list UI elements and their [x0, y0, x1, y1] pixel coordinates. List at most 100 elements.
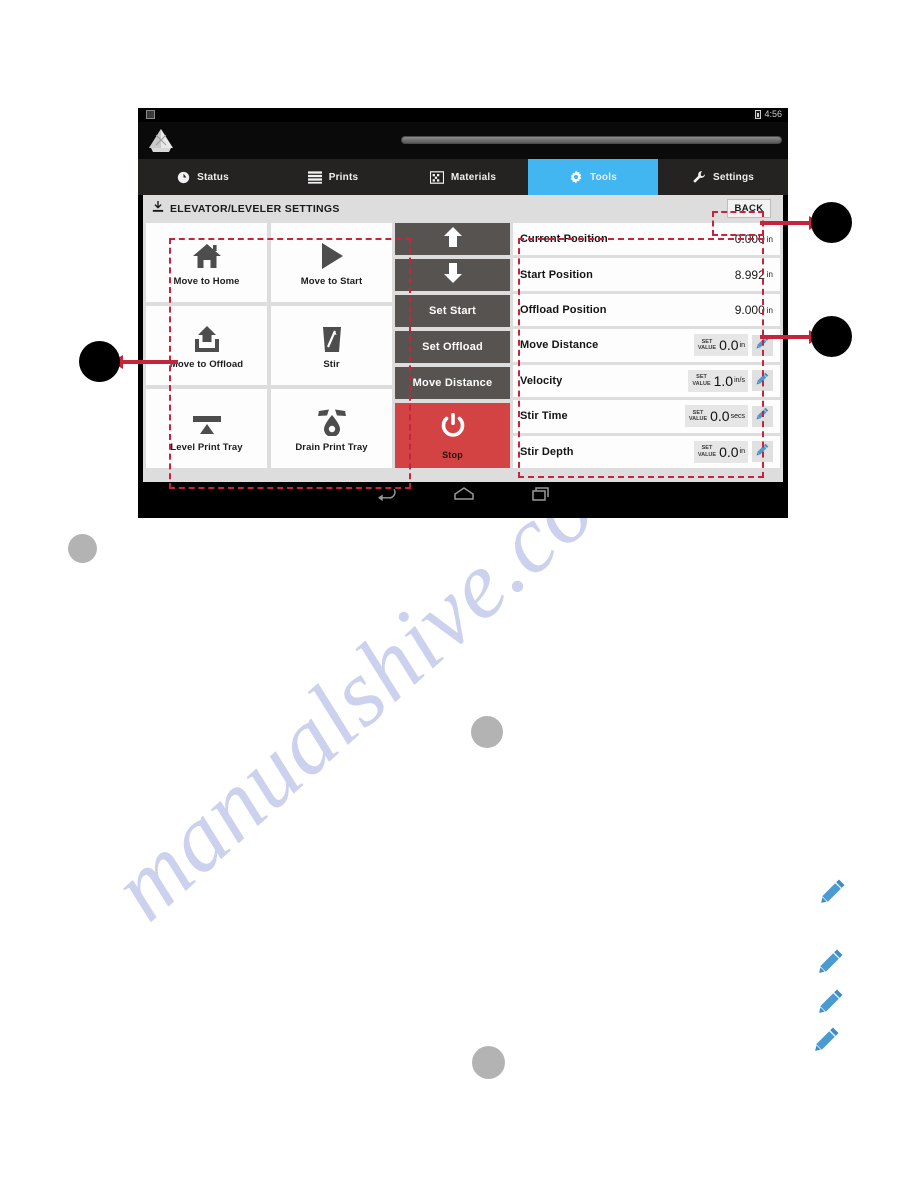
- tab-settings[interactable]: Settings: [658, 159, 788, 195]
- edit-velocity-button[interactable]: [752, 370, 773, 392]
- set-start-button[interactable]: Set Start: [395, 294, 510, 327]
- table-row: Current Position 0.000 in: [513, 223, 780, 256]
- material-icon: [429, 170, 444, 184]
- floating-pencil-icon-1: [820, 878, 846, 909]
- stir-cup-icon: [319, 321, 345, 353]
- tablet-device: 4:56 Status Prints Materials Tools Setti…: [138, 108, 788, 518]
- drain-print-tray-button[interactable]: Drain Print Tray: [271, 389, 392, 468]
- back-button[interactable]: BACK: [727, 199, 771, 218]
- set-value-number: 1.0: [713, 372, 734, 389]
- table-row: Velocity SET VALUE 1.0 in/s: [513, 364, 780, 398]
- tab-materials[interactable]: Materials: [398, 159, 528, 195]
- android-nav-bar: [138, 482, 788, 511]
- table-row: Stir Depth SET VALUE 0.0 in: [513, 435, 780, 468]
- page-header: ELEVATOR/LEVELER SETTINGS BACK: [143, 195, 783, 223]
- table-row: Stir Time SET VALUE 0.0 secs: [513, 400, 780, 433]
- floating-pencil-icon-4: [814, 1026, 840, 1057]
- callout-arrow-back: [760, 216, 821, 230]
- page-body: ELEVATOR/LEVELER SETTINGS BACK Move to H…: [143, 195, 783, 482]
- level-print-tray-label: Level Print Tray: [170, 442, 243, 453]
- set-value-unit: secs: [730, 412, 745, 420]
- stir-depth-set-value[interactable]: SET VALUE 0.0 in: [693, 440, 748, 463]
- row-value: 9.000: [734, 303, 765, 318]
- table-row: Move Distance SET VALUE 0.0 in: [513, 329, 780, 362]
- gray-dot-1: [68, 534, 97, 563]
- set-tag-line2: VALUE: [697, 451, 717, 458]
- printer-logo-icon: [142, 124, 180, 158]
- row-unit: in: [766, 234, 773, 244]
- top-progress-bar[interactable]: [401, 136, 782, 144]
- level-tray-icon: [191, 404, 223, 436]
- row-value: 0.000: [734, 232, 765, 247]
- back-nav-icon[interactable]: [377, 487, 396, 506]
- velocity-set-value[interactable]: SET VALUE 1.0 in/s: [688, 369, 748, 392]
- set-value-number: 0.0: [719, 337, 739, 354]
- row-label: Stir Time: [520, 410, 568, 423]
- set-value-tag: SET VALUE: [692, 374, 710, 387]
- panels-container: Move to Home Move to Start Move to Offlo…: [143, 223, 783, 473]
- move-to-home-button[interactable]: Move to Home: [146, 223, 267, 302]
- row-label: Start Position: [520, 268, 593, 281]
- set-value-unit: in: [739, 341, 745, 349]
- move-to-offload-button[interactable]: Move to Offload: [146, 306, 267, 385]
- callout-arrow-settings: [760, 330, 821, 344]
- power-icon: [438, 411, 468, 444]
- home-icon: [192, 238, 222, 270]
- action-grid-panel: Move to Home Move to Start Move to Offlo…: [146, 223, 392, 468]
- wrench-icon: [692, 170, 706, 184]
- row-value: 8.992: [734, 267, 765, 282]
- clock-icon: [177, 171, 190, 184]
- set-value-number: 0.0: [710, 408, 730, 425]
- set-tag-line2: VALUE: [692, 380, 711, 387]
- row-label: Stir Depth: [520, 445, 574, 458]
- pencil-icon: [756, 443, 769, 461]
- gray-dot-2: [471, 716, 503, 748]
- upload-icon: [192, 321, 222, 353]
- arrow-down-icon: [442, 262, 464, 287]
- set-offload-button[interactable]: Set Offload: [395, 330, 510, 363]
- move-down-button[interactable]: [395, 258, 510, 291]
- table-row: Start Position 8.992 in: [513, 258, 780, 291]
- level-print-tray-button[interactable]: Level Print Tray: [146, 389, 267, 468]
- row-label: Move Distance: [520, 339, 599, 352]
- tab-status[interactable]: Status: [138, 159, 268, 195]
- page-title: ELEVATOR/LEVELER SETTINGS: [170, 203, 340, 215]
- set-tag-line2: VALUE: [688, 416, 708, 423]
- row-label: Velocity: [520, 374, 563, 387]
- floating-pencil-icon-2: [818, 948, 844, 979]
- tab-materials-label: Materials: [450, 171, 497, 183]
- floating-pencil-icon-3: [818, 988, 844, 1019]
- row-unit: in: [766, 305, 773, 315]
- row-unit: in: [766, 270, 773, 280]
- stir-time-set-value[interactable]: SET VALUE 0.0 secs: [684, 405, 748, 428]
- sim-card-icon: [146, 110, 155, 119]
- arrow-up-icon: [442, 226, 464, 251]
- stop-label: Stop: [442, 449, 463, 460]
- set-value-unit: in: [739, 448, 745, 456]
- move-distance-set-value[interactable]: SET VALUE 0.0 in: [693, 334, 748, 357]
- callout-right-back: [811, 202, 852, 243]
- stir-button[interactable]: Stir: [271, 306, 392, 385]
- recents-nav-icon[interactable]: [532, 487, 549, 506]
- stir-label: Stir: [323, 359, 340, 370]
- home-nav-icon[interactable]: [454, 487, 474, 506]
- move-up-button[interactable]: [395, 223, 510, 255]
- jog-panel: Set Start Set Offload Move Distance Stop: [395, 223, 510, 469]
- gear-icon: [569, 170, 583, 184]
- edit-stir-depth-button[interactable]: [752, 441, 773, 463]
- tab-tools[interactable]: Tools: [528, 159, 658, 195]
- edit-stir-time-button[interactable]: [752, 405, 773, 427]
- app-top-bar: [138, 122, 788, 159]
- drain-drop-icon: [317, 404, 347, 436]
- callout-right-settings-list: [811, 316, 852, 357]
- tab-tools-label: Tools: [590, 171, 617, 183]
- stop-button[interactable]: Stop: [395, 402, 510, 469]
- move-to-offload-label: Move to Offload: [169, 359, 244, 370]
- android-status-bar: 4:56: [138, 108, 788, 122]
- move-distance-button[interactable]: Move Distance: [395, 366, 510, 399]
- tab-prints[interactable]: Prints: [268, 159, 398, 195]
- move-to-start-button[interactable]: Move to Start: [271, 223, 392, 302]
- set-value-unit: in/s: [734, 377, 745, 385]
- move-to-home-label: Move to Home: [173, 276, 240, 287]
- set-value-tag: SET VALUE: [698, 445, 716, 458]
